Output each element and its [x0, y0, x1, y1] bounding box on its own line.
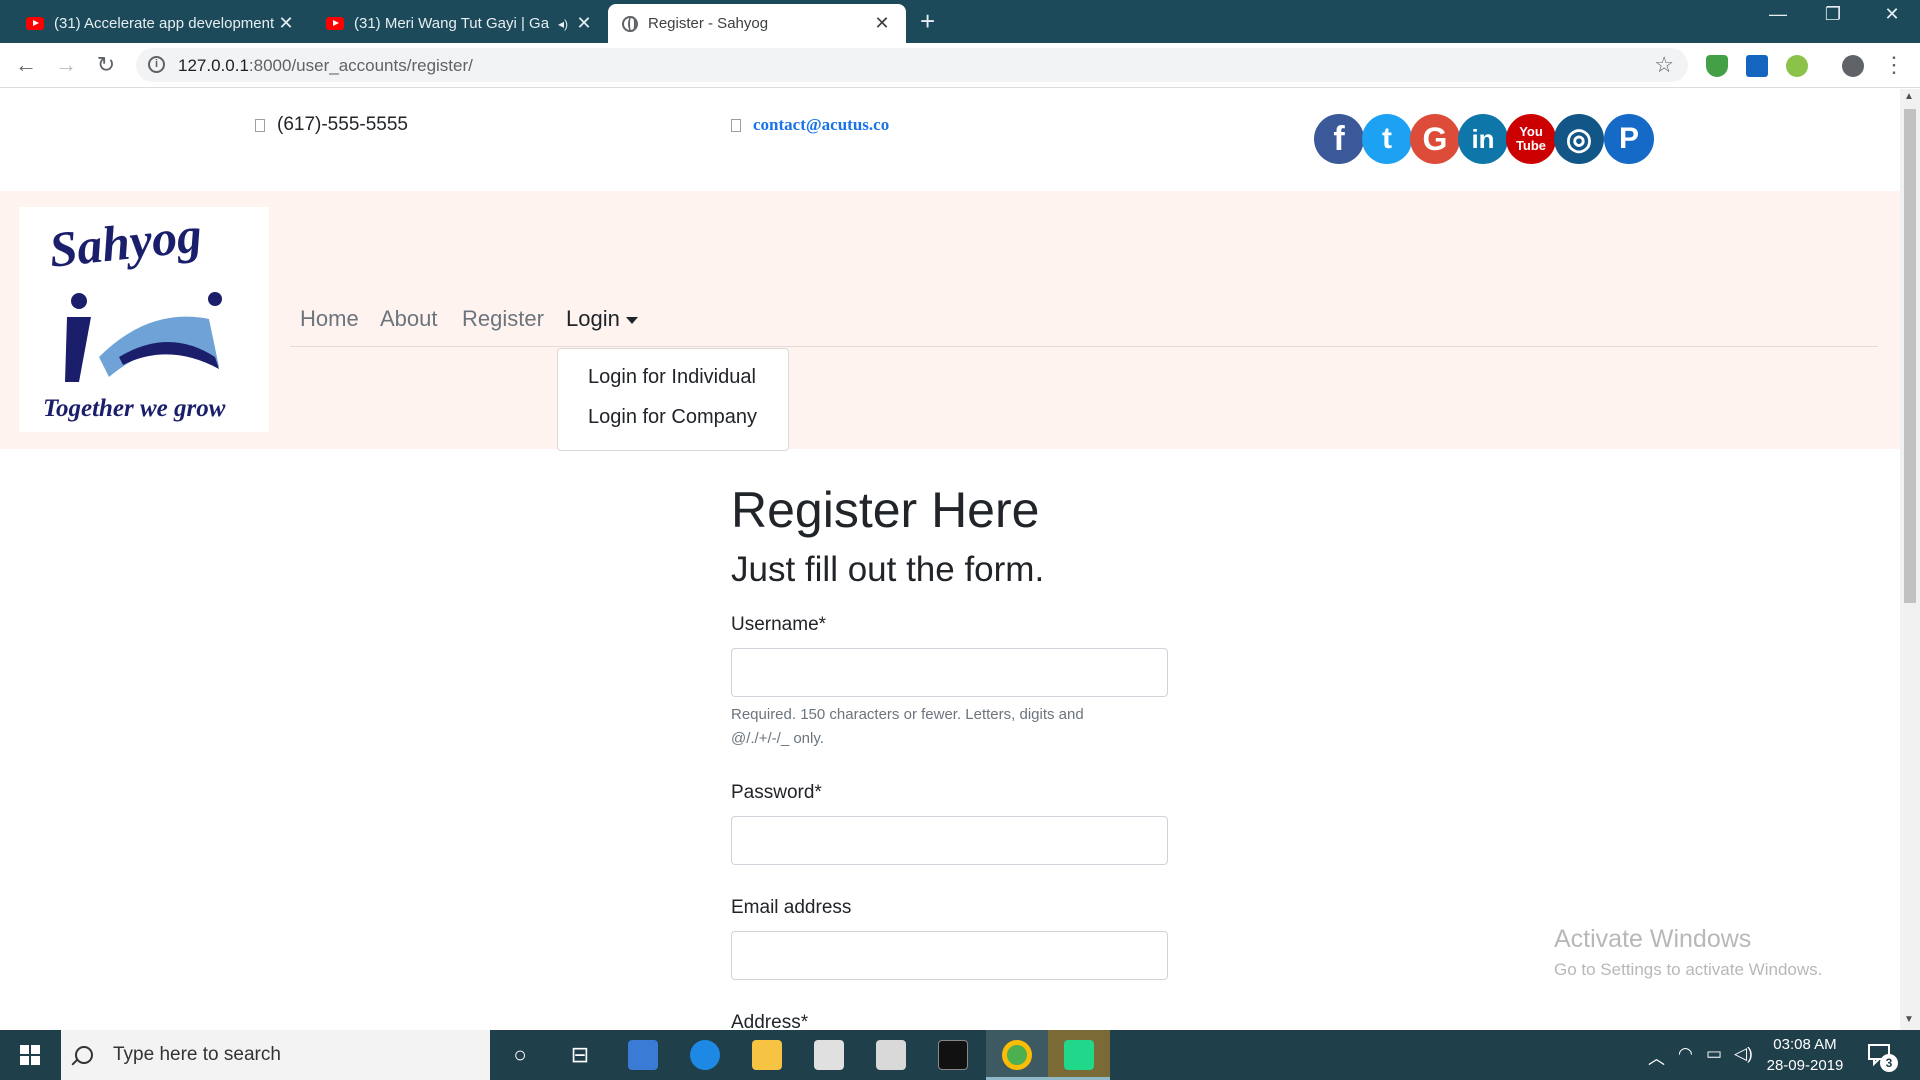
mute-icon[interactable]: ◂): [558, 17, 568, 31]
chrome-icon: [1002, 1040, 1032, 1070]
activate-windows-title: Activate Windows: [1554, 925, 1752, 953]
globe-icon: [622, 15, 638, 32]
email-input[interactable]: [731, 931, 1168, 980]
scroll-down-icon[interactable]: ▼: [1904, 1014, 1914, 1025]
back-icon[interactable]: ←: [12, 51, 40, 79]
wifi-icon[interactable]: ◠: [1678, 1044, 1693, 1064]
url-text[interactable]: 127.0.0.1:8000/user_accounts/register/: [178, 56, 473, 76]
username-label: Username*: [731, 614, 827, 635]
scrollbar-thumb[interactable]: [1904, 109, 1916, 603]
store-icon[interactable]: [814, 1040, 844, 1070]
windows-logo-icon: [20, 1045, 40, 1065]
pycharm-icon: [1064, 1040, 1094, 1070]
minimize-icon[interactable]: —: [1748, 4, 1808, 25]
notification-center-icon[interactable]: 3: [1866, 1040, 1898, 1072]
tray-chevron-icon[interactable]: ︿: [1648, 1044, 1665, 1069]
login-company-link[interactable]: Login for Company: [588, 406, 757, 429]
tab-title: (31) Meri Wang Tut Gayi | Ga: [354, 15, 550, 32]
youtube-icon: [326, 17, 344, 30]
menu-kebab-icon[interactable]: ⋮: [1880, 51, 1908, 79]
username-input[interactable]: [731, 648, 1168, 697]
phone-icon: [255, 118, 265, 132]
task-view-icon[interactable]: ⊟: [565, 1040, 595, 1070]
nav-divider: [290, 346, 1878, 347]
forward-icon[interactable]: →: [52, 51, 80, 79]
password-label: Password*: [731, 782, 822, 803]
google-icon[interactable]: G: [1410, 114, 1460, 164]
page-scrollbar[interactable]: ▲ ▼: [1900, 89, 1920, 1030]
instagram-icon[interactable]: ◎: [1554, 114, 1604, 164]
shield-extension-icon[interactable]: [1706, 55, 1728, 77]
battery-icon[interactable]: ▭: [1706, 1044, 1722, 1064]
cortana-icon[interactable]: ○: [505, 1040, 535, 1070]
logo-tagline: Together we grow: [43, 395, 226, 422]
scroll-up-icon[interactable]: ▲: [1904, 91, 1914, 102]
lt-extension-icon[interactable]: [1746, 55, 1768, 77]
chrome-taskbar-button[interactable]: [986, 1030, 1048, 1080]
profile-avatar-icon[interactable]: [1842, 55, 1864, 77]
close-icon[interactable]: ✕: [574, 13, 594, 34]
browser-tab-2[interactable]: (31) Meri Wang Tut Gayi | Ga ◂) ✕: [312, 4, 608, 43]
login-individual-link[interactable]: Login for Individual: [588, 366, 756, 389]
terminal-icon[interactable]: [938, 1040, 968, 1070]
page-title: Register Here: [731, 482, 1040, 538]
youtube-icon[interactable]: You Tube: [1506, 114, 1556, 164]
password-input[interactable]: [731, 816, 1168, 865]
info-icon[interactable]: i: [148, 56, 165, 73]
login-dropdown-menu: Login for Individual Login for Company: [557, 348, 789, 451]
taskbar-clock[interactable]: 03:08 AM 28-09-2019: [1760, 1034, 1850, 1076]
people-app-icon[interactable]: [628, 1040, 658, 1070]
envelope-icon: [731, 118, 741, 132]
window-close-icon[interactable]: ✕: [1862, 4, 1920, 25]
caret-down-icon: [625, 316, 638, 324]
globe-extension-icon[interactable]: [1786, 55, 1808, 77]
new-tab-button[interactable]: +: [920, 6, 935, 37]
close-icon[interactable]: ✕: [872, 13, 892, 34]
youtube-icon: [26, 17, 44, 30]
facebook-icon[interactable]: f: [1314, 114, 1364, 164]
site-logo[interactable]: Sahyog Together we grow: [19, 206, 269, 432]
pycharm-taskbar-button[interactable]: [1048, 1030, 1110, 1080]
email-link[interactable]: contact@acutus.co: [753, 115, 889, 135]
mail-icon[interactable]: [876, 1040, 906, 1070]
address-bar[interactable]: i 127.0.0.1:8000/user_accounts/register/…: [136, 48, 1688, 82]
browser-tab-strip: (31) Accelerate app development ✕ (31) M…: [0, 0, 1920, 43]
phone-number: (617)-555-5555: [277, 114, 408, 135]
restore-icon[interactable]: ❐: [1803, 4, 1863, 25]
edge-browser-icon[interactable]: [690, 1040, 720, 1070]
close-icon[interactable]: ✕: [276, 13, 296, 34]
nav-register[interactable]: Register: [462, 306, 544, 332]
email-contact[interactable]: contact@acutus.co: [731, 115, 889, 135]
pinterest-icon[interactable]: P: [1604, 114, 1654, 164]
username-help-text: Required. 150 characters or fewer. Lette…: [731, 706, 1084, 747]
browser-toolbar: ← → ↻ i 127.0.0.1:8000/user_accounts/reg…: [0, 43, 1920, 88]
nav-home[interactable]: Home: [300, 306, 359, 332]
taskbar-search[interactable]: Type here to search: [61, 1030, 490, 1080]
windows-taskbar: Type here to search ○ ⊟ ︿ ◠ ▭ ◁) 03:08 A…: [0, 1030, 1920, 1080]
page-subtitle: Just fill out the form.: [731, 550, 1045, 589]
activate-windows-subtitle: Go to Settings to activate Windows.: [1554, 960, 1823, 979]
nav-login-label: Login: [566, 306, 620, 331]
email-label: Email address: [731, 897, 852, 918]
tab-title: (31) Accelerate app development: [54, 15, 275, 32]
browser-tab-3[interactable]: Register - Sahyog ✕: [608, 4, 906, 43]
reload-icon[interactable]: ↻: [92, 51, 120, 79]
search-icon: [75, 1046, 93, 1064]
nav-about[interactable]: About: [380, 306, 438, 332]
linkedin-icon[interactable]: in: [1458, 114, 1508, 164]
taskbar-search-placeholder: Type here to search: [113, 1044, 281, 1065]
file-explorer-icon[interactable]: [752, 1040, 782, 1070]
notification-badge: 3: [1880, 1054, 1898, 1072]
twitter-icon[interactable]: t: [1362, 114, 1412, 164]
tab-title: Register - Sahyog: [648, 15, 769, 32]
clock-date: 28-09-2019: [1766, 1057, 1844, 1074]
site-header: [0, 191, 1900, 449]
phone-contact: (617)-555-5555: [255, 114, 408, 136]
bookmark-star-icon[interactable]: ☆: [1654, 52, 1674, 78]
start-button[interactable]: [0, 1030, 60, 1080]
browser-tab-1[interactable]: (31) Accelerate app development ✕: [12, 4, 310, 43]
volume-icon[interactable]: ◁): [1734, 1044, 1753, 1064]
nav-login-dropdown[interactable]: Login: [566, 306, 638, 332]
clock-time: 03:08 AM: [1773, 1036, 1837, 1053]
